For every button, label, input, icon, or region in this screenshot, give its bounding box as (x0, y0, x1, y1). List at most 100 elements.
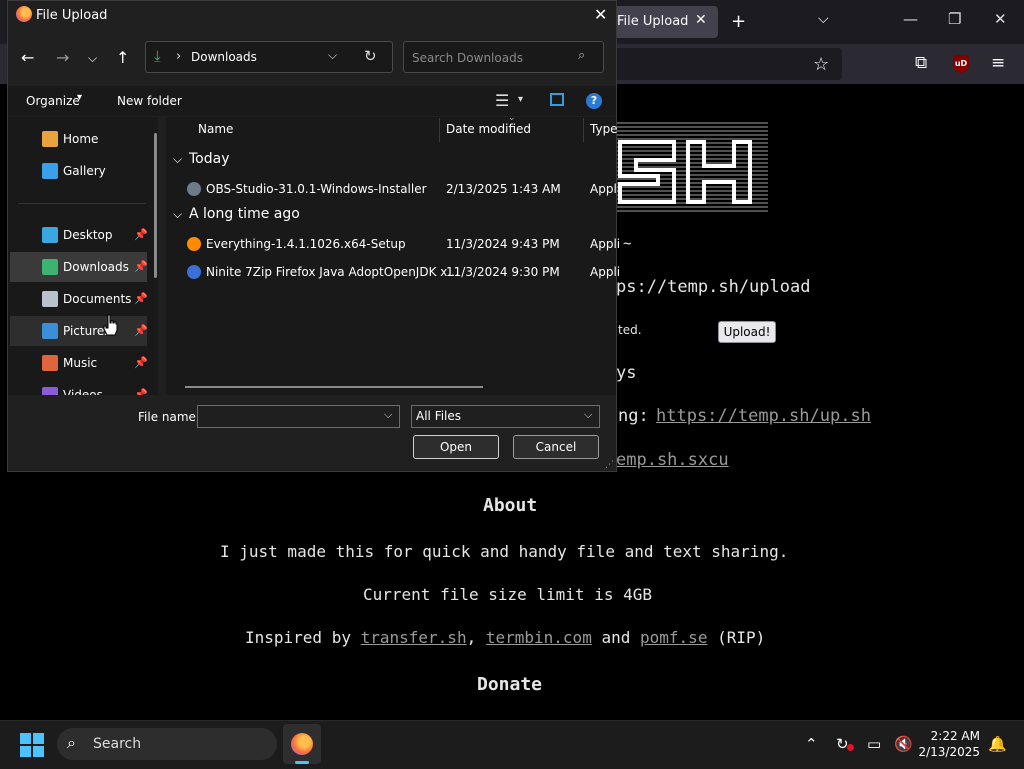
file-type: Appli (590, 182, 621, 196)
script-link[interactable]: https://temp.sh/up.sh (656, 406, 871, 426)
extensions-icon[interactable]: ⧉ (915, 53, 927, 73)
sort-indicator-icon: ⌄ (508, 113, 516, 123)
bookmark-star-icon[interactable]: ☆ (813, 54, 829, 75)
organize-button[interactable]: Organize (26, 94, 80, 108)
file-name-input[interactable]: ⌵ (197, 405, 400, 428)
new-folder-button[interactable]: New folder (117, 94, 182, 108)
show-hidden-icons-chevron-icon[interactable]: ⌃ (805, 735, 818, 753)
file-type-dropdown-icon[interactable]: ⌵ (584, 408, 592, 422)
active-app-indicator (295, 761, 309, 764)
file-name: Ninite 7Zip Firefox Java AdoptOpenJDK x.… (206, 265, 459, 279)
sidebar-item-downloads[interactable]: Downloads 📌 (10, 252, 148, 282)
sidebar-item-gallery[interactable]: Gallery (10, 156, 147, 186)
upload-button[interactable]: Upload! (718, 321, 776, 343)
file-date: 11/3/2024 9:43 PM (446, 237, 560, 251)
view-dropdown-icon[interactable]: ▾ (518, 94, 523, 105)
file-row[interactable]: Ninite 7Zip Firefox Java AdoptOpenJDK x.… (166, 260, 620, 284)
notifications-bell-icon[interactable]: 🔔 (988, 735, 1007, 753)
file-type-select[interactable]: All Files ⌵ (411, 405, 600, 428)
file-name-label: File name: (138, 410, 200, 424)
sidebar-item-pictures[interactable]: Pictures 📌 (10, 316, 148, 346)
obs-installer-icon (187, 182, 201, 196)
back-arrow-icon[interactable]: ← (21, 48, 34, 67)
file-list-scrollbar[interactable] (185, 386, 483, 388)
window-minimize-button[interactable]: — (903, 10, 918, 28)
cancel-button[interactable]: Cancel (513, 435, 599, 459)
sync-icon[interactable]: ↻ (836, 735, 849, 753)
volume-muted-icon[interactable]: 🔇 (894, 735, 913, 753)
ublock-icon[interactable]: uD (953, 55, 969, 73)
dialog-close-icon[interactable]: ✕ (594, 5, 607, 24)
column-header-name[interactable]: Name (198, 122, 233, 136)
up-arrow-icon[interactable]: ↑ (116, 48, 129, 67)
sidebar-item-music[interactable]: Music 📌 (10, 348, 148, 378)
windows-start-icon[interactable] (20, 733, 44, 757)
group-header[interactable]: Today (189, 151, 230, 167)
file-date: 2/13/2025 1:43 AM (446, 182, 561, 196)
file-type: Appli (590, 265, 621, 279)
downloads-folder-icon: ⤓ (154, 47, 161, 65)
network-icon[interactable]: ▭ (867, 735, 881, 753)
tab-close-icon[interactable]: ✕ (695, 12, 707, 28)
menu-icon[interactable]: ≡ (991, 53, 1005, 73)
firefox-icon (16, 6, 32, 22)
file-date: 11/3/2024 9:30 PM (446, 265, 560, 279)
pin-icon[interactable]: 📌 (134, 228, 148, 241)
taskbar-search-box[interactable]: ⌕ Search (57, 728, 277, 760)
resize-grip-icon[interactable]: ⋰ (605, 460, 614, 470)
preview-pane-icon[interactable] (550, 93, 564, 106)
search-icon: ⌕ (578, 48, 586, 63)
address-bar[interactable]: ⤓ › Downloads ⌵ ↻ (145, 41, 393, 73)
file-row[interactable]: Everything-1.4.1.1026.x64-Setup 11/3/2024… (166, 232, 620, 256)
transfer-sh-link[interactable]: transfer.sh (361, 628, 467, 647)
termbin-link[interactable]: termbin.com (486, 628, 592, 647)
column-header-date[interactable]: Date modified (446, 122, 531, 136)
group-collapse-chevron-icon[interactable]: ⌵ (173, 207, 182, 222)
pin-icon[interactable]: 📌 (134, 356, 148, 369)
taskbar-clock[interactable]: 2:22 AM 2/13/2025 (918, 728, 980, 760)
address-folder[interactable]: Downloads (191, 50, 257, 64)
open-button[interactable]: Open (413, 435, 499, 459)
sidebar-item-videos[interactable]: Videos 📌 (10, 380, 147, 395)
column-divider (439, 118, 440, 142)
pictures-icon (42, 323, 58, 339)
sidebar-item-desktop[interactable]: Desktop 📌 (10, 220, 148, 250)
group-collapse-chevron-icon[interactable]: ⌵ (173, 152, 182, 167)
forward-arrow-icon[interactable]: → (56, 48, 69, 67)
sharex-config-link[interactable]: emp.sh.sxcu (616, 450, 729, 470)
file-name-dropdown-icon[interactable]: ⌵ (384, 408, 392, 422)
pin-icon[interactable]: 📌 (134, 388, 147, 395)
group-header[interactable]: A long time ago (189, 206, 300, 222)
view-options-icon[interactable]: ☰ (495, 91, 509, 110)
taskbar-search-label: Search (93, 736, 142, 752)
pin-icon[interactable]: 📌 (134, 324, 148, 337)
pin-icon[interactable]: 📌 (134, 260, 148, 273)
notification-badge (847, 744, 854, 751)
column-header-type[interactable]: Type (590, 122, 618, 136)
search-box[interactable]: Search Downloads ⌕ (403, 41, 604, 73)
new-tab-button[interactable]: + (731, 11, 746, 32)
taskbar-firefox-button[interactable] (283, 724, 321, 764)
file-row[interactable]: OBS-Studio-31.0.1-Windows-Installer 2/13/… (166, 177, 620, 201)
nav-pane-scrollbar[interactable] (154, 133, 157, 278)
window-close-button[interactable]: ✕ (994, 10, 1007, 28)
pomf-link[interactable]: pomf.se (640, 628, 707, 647)
refresh-icon[interactable]: ↻ (364, 47, 377, 65)
help-icon[interactable]: ? (586, 93, 602, 109)
firefox-icon (291, 733, 313, 755)
ninite-icon (187, 265, 201, 279)
pin-icon[interactable]: 📌 (134, 292, 148, 305)
documents-icon (42, 291, 58, 307)
home-icon (42, 131, 58, 147)
sidebar-item-documents[interactable]: Documents 📌 (10, 284, 148, 314)
downloads-icon (42, 259, 58, 275)
recent-locations-chevron-icon[interactable]: ⌵ (88, 51, 97, 66)
organize-dropdown-icon[interactable]: ▾ (77, 92, 82, 103)
address-dropdown-chevron-icon[interactable]: ⌵ (328, 48, 337, 63)
url-bar[interactable] (610, 48, 842, 80)
window-maximize-button[interactable]: ❐ (948, 10, 961, 28)
inspired-line: Inspired by transfer.sh, termbin.com and… (245, 628, 765, 647)
sidebar-item-home[interactable]: Home (10, 124, 147, 154)
tab-list-chevron-icon[interactable]: ⌵ (818, 11, 829, 27)
tab-title: File Upload (617, 14, 689, 29)
